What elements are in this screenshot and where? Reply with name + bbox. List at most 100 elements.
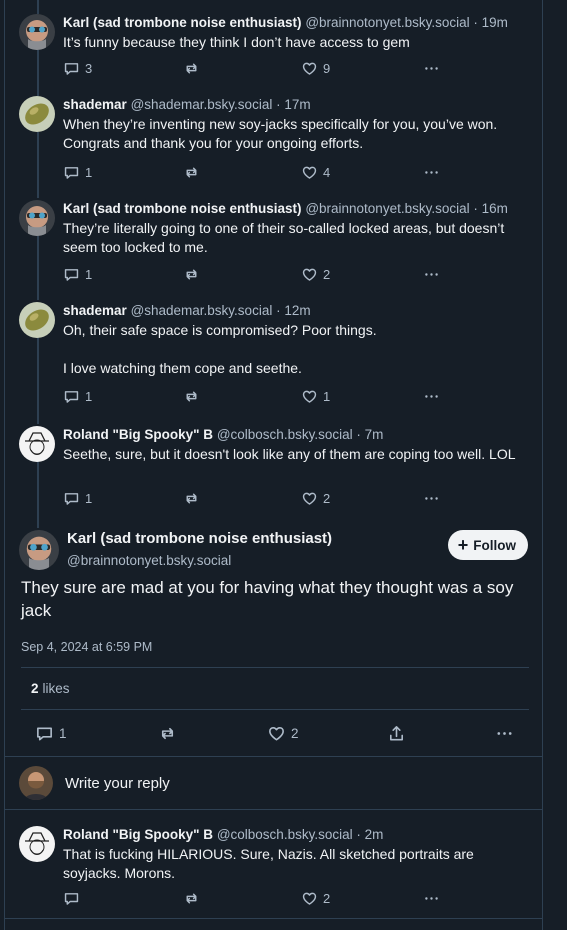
reply-icon (63, 164, 80, 181)
thread-column: Karl (sad trombone noise enthusiast) @br… (4, 0, 543, 930)
avatar[interactable] (19, 200, 55, 236)
reply-button[interactable]: 1 (35, 724, 67, 743)
post-actions: 1 4 (63, 164, 453, 182)
post-text: They’re literally going to one of their … (63, 220, 505, 255)
reply-count: 1 (85, 491, 93, 506)
author-handle[interactable]: @colbosch.bsky.social (217, 427, 353, 442)
reply-count: 1 (59, 726, 67, 741)
reply-count: 1 (85, 165, 93, 180)
repost-button[interactable] (158, 724, 177, 743)
follow-label: Follow (473, 537, 516, 553)
more-dots-icon (423, 60, 440, 77)
post-actions: 2 (63, 890, 453, 908)
more-options-button[interactable] (423, 388, 440, 405)
like-count: 1 (323, 389, 331, 404)
reply-button[interactable]: 3 (63, 60, 92, 77)
like-button[interactable]: 4 (301, 164, 330, 181)
reply-button[interactable]: 1 (63, 388, 92, 405)
post-time[interactable]: 2m (365, 827, 384, 842)
author-handle[interactable]: @brainnotonyet.bsky.social (305, 15, 469, 30)
like-button[interactable]: 2 (267, 724, 299, 743)
author-name[interactable]: shademar (63, 303, 127, 318)
repost-button[interactable] (183, 266, 200, 283)
repost-button[interactable] (183, 164, 200, 181)
heart-icon (301, 60, 318, 77)
avatar[interactable] (19, 96, 55, 132)
thread-post[interactable]: Karl (sad trombone noise enthusiast) @br… (5, 186, 542, 288)
like-button[interactable]: 9 (301, 60, 330, 77)
author-name[interactable]: Karl (sad trombone noise enthusiast) (63, 201, 302, 216)
divider (21, 709, 529, 710)
like-button[interactable]: 2 (301, 490, 330, 507)
like-button[interactable]: 2 (301, 266, 330, 283)
more-options-button[interactable] (423, 890, 440, 907)
post-actions: 1 2 (35, 724, 515, 744)
author-handle[interactable]: @shademar.bsky.social (131, 97, 273, 112)
share-icon (387, 724, 406, 743)
post-time[interactable]: 17m (284, 97, 310, 112)
author-name[interactable]: shademar (63, 97, 127, 112)
reply-button[interactable]: 1 (63, 490, 92, 507)
avatar[interactable] (19, 826, 55, 862)
likes-count: 2 (31, 681, 39, 696)
avatar[interactable] (19, 530, 59, 570)
reply-icon (63, 890, 80, 907)
post-actions: 1 2 (63, 490, 453, 508)
reply-count: 3 (85, 61, 93, 76)
repost-icon (158, 724, 177, 743)
repost-button[interactable] (183, 890, 200, 907)
author-handle[interactable]: @brainnotonyet.bsky.social (67, 553, 231, 568)
more-options-button[interactable] (423, 266, 440, 283)
author-name[interactable]: Roland "Big Spooky" B (63, 427, 213, 442)
repost-icon (183, 60, 200, 77)
author-handle[interactable]: @colbosch.bsky.social (217, 827, 353, 842)
reply-post[interactable]: Roland "Big Spooky" B @colbosch.bsky.soc… (5, 812, 542, 918)
repost-icon (183, 890, 200, 907)
author-name[interactable]: Roland "Big Spooky" B (63, 827, 213, 842)
thread-post[interactable]: shademar @shademar.bsky.social · 17m Whe… (5, 82, 542, 184)
more-options-button[interactable] (495, 724, 514, 743)
share-button[interactable] (387, 724, 406, 743)
avatar[interactable] (19, 426, 55, 462)
post-text: That is fucking HILARIOUS. Sure, Nazis. … (63, 846, 474, 881)
like-button[interactable]: 2 (301, 890, 330, 907)
author-name[interactable]: Karl (sad trombone noise enthusiast) (67, 530, 332, 547)
thread-post[interactable]: Roland "Big Spooky" B @colbosch.bsky.soc… (5, 412, 542, 516)
post-time[interactable]: 16m (482, 201, 508, 216)
likes-summary[interactable]: 2 likes (31, 681, 70, 696)
reply-button[interactable]: 1 (63, 266, 92, 283)
more-dots-icon (423, 890, 440, 907)
author-handle[interactable]: @brainnotonyet.bsky.social (305, 201, 469, 216)
reply-icon (63, 388, 80, 405)
more-options-button[interactable] (423, 60, 440, 77)
reply-composer[interactable]: Write your reply (5, 756, 542, 810)
avatar[interactable] (19, 302, 55, 338)
avatar[interactable] (19, 14, 55, 50)
post-time[interactable]: 19m (482, 15, 508, 30)
plus-icon: + (457, 535, 469, 555)
reply-button[interactable]: 1 (63, 164, 92, 181)
post-text: They sure are mad at you for having what… (21, 578, 514, 620)
post-text: Oh, their safe space is compromised? Poo… (63, 322, 377, 376)
separator-dot: · (276, 97, 281, 112)
more-options-button[interactable] (423, 490, 440, 507)
post-time[interactable]: 12m (284, 303, 310, 318)
thread-post[interactable]: shademar @shademar.bsky.social · 12m Oh,… (5, 288, 542, 410)
reply-button[interactable] (63, 890, 80, 907)
thread-post[interactable]: Karl (sad trombone noise enthusiast) @br… (5, 0, 542, 90)
author-name[interactable]: Karl (sad trombone noise enthusiast) (63, 15, 302, 30)
post-time[interactable]: 7m (365, 427, 384, 442)
reply-placeholder[interactable]: Write your reply (65, 775, 170, 792)
follow-button[interactable]: + Follow (447, 530, 528, 560)
my-avatar (19, 766, 53, 800)
post-actions: 1 1 (63, 388, 453, 406)
repost-button[interactable] (183, 490, 200, 507)
post-date[interactable]: Sep 4, 2024 at 6:59 PM (21, 640, 152, 654)
like-button[interactable]: 1 (301, 388, 330, 405)
repost-button[interactable] (183, 388, 200, 405)
repost-button[interactable] (183, 60, 200, 77)
heart-icon (301, 164, 318, 181)
likes-label: likes (42, 681, 70, 696)
author-handle[interactable]: @shademar.bsky.social (131, 303, 273, 318)
more-options-button[interactable] (423, 164, 440, 181)
